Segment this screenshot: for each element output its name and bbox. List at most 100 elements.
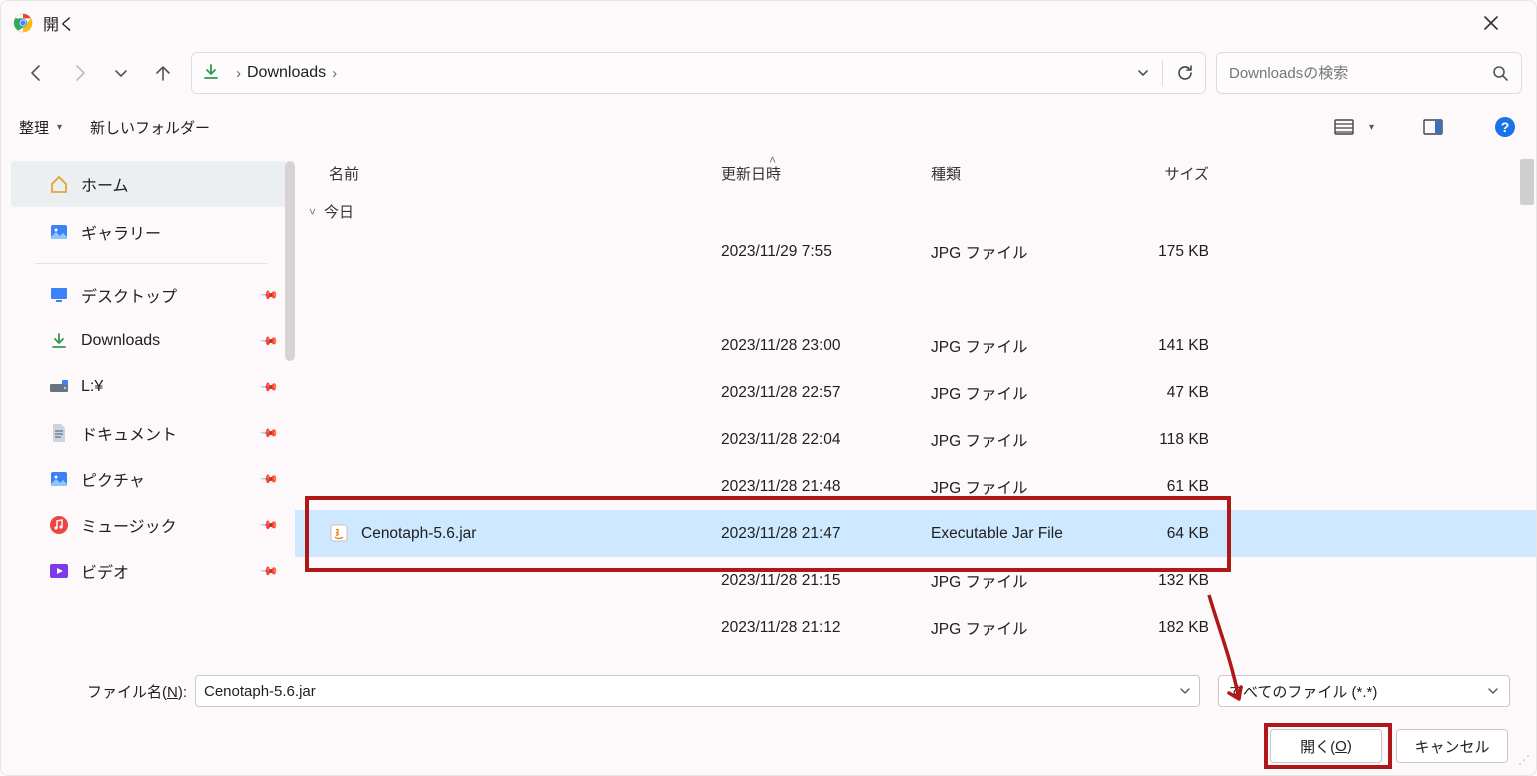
sidebar-item-pictures[interactable]: ピクチャ 📌 xyxy=(1,456,295,502)
title-bar: 開く xyxy=(1,1,1536,45)
gallery-icon xyxy=(49,222,69,242)
sidebar-item-desktop[interactable]: デスクトップ 📌 xyxy=(1,272,295,318)
view-mode-button[interactable] xyxy=(1331,114,1357,140)
file-list: 名前 ˄更新日時 種類 サイズ ˅ 今日 2023/11/29 7:55JPG … xyxy=(295,153,1536,639)
cancel-button[interactable]: キャンセル xyxy=(1396,729,1508,763)
group-label: 今日 xyxy=(324,201,354,222)
close-button[interactable] xyxy=(1484,16,1524,30)
music-icon xyxy=(49,515,69,535)
col-name[interactable]: 名前 xyxy=(329,163,721,184)
file-icon xyxy=(329,288,351,310)
file-icon xyxy=(329,335,351,357)
file-date: 2023/11/28 21:12 xyxy=(721,619,931,637)
sidebar-item-label: ピクチャ xyxy=(81,467,145,491)
filename-value: Cenotaph-5.6.jar xyxy=(204,683,1179,700)
footer: ファイル名(N): Cenotaph-5.6.jar すべてのファイル (*.*… xyxy=(1,657,1536,775)
file-type: JPG ファイル xyxy=(931,335,1105,357)
group-header-today[interactable]: ˅ 今日 xyxy=(295,193,1536,228)
pin-icon: 📌 xyxy=(259,561,279,581)
file-type: JPG ファイル xyxy=(931,476,1105,498)
pin-icon: 📌 xyxy=(259,285,279,305)
up-button[interactable] xyxy=(151,61,175,85)
file-size: 61 KB xyxy=(1105,478,1219,496)
file-size: 47 KB xyxy=(1105,384,1219,402)
sidebar-item-downloads[interactable]: Downloads 📌 xyxy=(1,318,295,364)
col-size[interactable]: サイズ xyxy=(1105,163,1219,184)
recent-dropdown[interactable] xyxy=(109,61,133,85)
file-size: 118 KB xyxy=(1105,431,1219,449)
file-size: 132 KB xyxy=(1105,572,1219,590)
resize-grip[interactable]: ⋰ xyxy=(1518,757,1532,771)
sidebar-item-videos[interactable]: ビデオ 📌 xyxy=(1,548,295,594)
file-date: 2023/11/28 23:00 xyxy=(721,337,931,355)
search-input[interactable] xyxy=(1229,65,1491,82)
open-button[interactable]: 開く(O) xyxy=(1270,729,1382,763)
refresh-button[interactable] xyxy=(1175,63,1195,83)
col-date[interactable]: ˄更新日時 xyxy=(721,163,931,184)
main-area: ホーム ギャラリー デスクトップ 📌 Downloads 📌 L:¥ 📌 ドキュ… xyxy=(1,153,1536,639)
sidebar-item-label: ホーム xyxy=(81,172,129,196)
videos-icon xyxy=(49,561,69,581)
file-size: 175 KB xyxy=(1105,243,1219,261)
sidebar-item-gallery[interactable]: ギャラリー xyxy=(1,209,295,255)
file-row[interactable] xyxy=(295,275,1536,322)
search-box[interactable] xyxy=(1216,52,1522,94)
file-row[interactable]: 2023/11/28 21:15JPG ファイル132 KB xyxy=(295,557,1536,604)
file-row[interactable]: 2023/11/29 7:55JPG ファイル175 KB xyxy=(295,228,1536,275)
file-date: 2023/11/29 7:55 xyxy=(721,243,931,261)
file-row[interactable]: Cenotaph-5.6.jar2023/11/28 21:47Executab… xyxy=(295,510,1536,557)
file-name: Cenotaph-5.6.jar xyxy=(361,525,721,543)
file-row[interactable]: 2023/11/28 21:48JPG ファイル61 KB xyxy=(295,463,1536,510)
file-type: JPG ファイル xyxy=(931,617,1105,639)
filelist-scrollbar[interactable] xyxy=(1520,159,1534,205)
location-dropdown[interactable] xyxy=(1136,66,1150,80)
chrome-icon xyxy=(13,13,33,33)
file-icon xyxy=(329,476,351,498)
new-folder-label: 新しいフォルダー xyxy=(90,117,210,138)
pin-icon: 📌 xyxy=(259,469,279,489)
file-icon xyxy=(329,570,351,592)
file-row[interactable]: 2023/11/28 22:57JPG ファイル47 KB xyxy=(295,369,1536,416)
column-headers: 名前 ˄更新日時 種類 サイズ xyxy=(295,153,1536,193)
file-date: 2023/11/28 21:48 xyxy=(721,478,931,496)
preview-pane-button[interactable] xyxy=(1420,114,1446,140)
file-date: 2023/11/28 22:04 xyxy=(721,431,931,449)
chevron-down-icon xyxy=(1487,685,1499,697)
file-size: 182 KB xyxy=(1105,619,1219,637)
sidebar-item-ldrive[interactable]: L:¥ 📌 xyxy=(1,364,295,410)
sidebar-item-home[interactable]: ホーム xyxy=(11,161,287,207)
file-date: 2023/11/28 21:15 xyxy=(721,572,931,590)
file-row[interactable]: 2023/11/28 23:00JPG ファイル141 KB xyxy=(295,322,1536,369)
file-date: 2023/11/28 21:47 xyxy=(721,525,931,543)
nav-row: › Downloads › xyxy=(1,45,1536,101)
sidebar-item-documents[interactable]: ドキュメント 📌 xyxy=(1,410,295,456)
pin-icon: 📌 xyxy=(259,331,279,351)
back-button[interactable] xyxy=(25,61,49,85)
pin-icon: 📌 xyxy=(259,515,279,535)
chevron-down-icon: ▾ xyxy=(57,122,62,133)
filename-input[interactable]: Cenotaph-5.6.jar xyxy=(195,675,1200,707)
new-folder-button[interactable]: 新しいフォルダー xyxy=(90,117,210,138)
file-icon xyxy=(329,382,351,404)
sidebar-item-label: ギャラリー xyxy=(81,220,161,244)
file-filter-select[interactable]: すべてのファイル (*.*) xyxy=(1218,675,1510,707)
sidebar-scrollbar[interactable] xyxy=(285,161,295,361)
sidebar-divider xyxy=(35,263,267,264)
filter-value: すべてのファイル (*.*) xyxy=(1229,681,1487,702)
col-type[interactable]: 種類 xyxy=(931,163,1105,184)
file-row[interactable]: 2023/11/28 22:04JPG ファイル118 KB xyxy=(295,416,1536,463)
organize-menu[interactable]: 整理 ▾ xyxy=(19,117,62,138)
file-size: 64 KB xyxy=(1105,525,1219,543)
cancel-label: キャンセル xyxy=(1414,736,1489,757)
file-row[interactable]: 2023/11/28 21:12JPG ファイル182 KB xyxy=(295,604,1536,639)
breadcrumb[interactable]: › Downloads › xyxy=(191,52,1206,94)
document-icon xyxy=(49,423,69,443)
file-type: JPG ファイル xyxy=(931,570,1105,592)
forward-button[interactable] xyxy=(67,61,91,85)
file-icon xyxy=(329,429,351,451)
organize-label: 整理 xyxy=(19,117,49,138)
sidebar-item-music[interactable]: ミュージック 📌 xyxy=(1,502,295,548)
help-button[interactable]: ? xyxy=(1492,114,1518,140)
filename-dropdown[interactable] xyxy=(1179,685,1191,697)
breadcrumb-location[interactable]: Downloads xyxy=(247,64,326,82)
